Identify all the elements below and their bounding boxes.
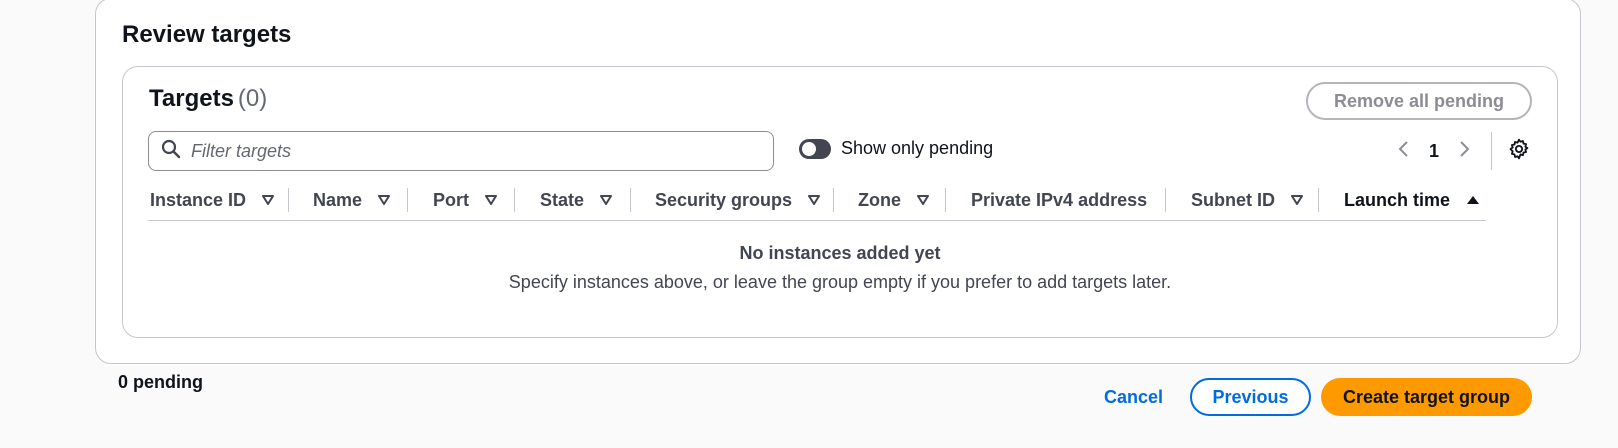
- column-separator[interactable]: [1165, 188, 1166, 212]
- targets-heading: Targets (0): [149, 85, 267, 113]
- column-separator[interactable]: [407, 188, 408, 212]
- next-page-button[interactable]: [1451, 138, 1477, 164]
- chevron-right-icon: [1457, 139, 1471, 164]
- column-separator[interactable]: [514, 188, 515, 212]
- targets-count: (0): [237, 85, 268, 112]
- column-separator[interactable]: [945, 188, 946, 212]
- column-header-security-groups[interactable]: Security groups: [655, 181, 821, 219]
- filter-targets-field[interactable]: [148, 131, 774, 171]
- column-separator[interactable]: [630, 188, 631, 212]
- show-only-pending-toggle-group: Show only pending: [799, 138, 993, 159]
- table-header: Instance ID Name Port State Security gro…: [148, 181, 1486, 221]
- column-header-name[interactable]: Name: [313, 181, 391, 219]
- toggle-knob: [802, 141, 816, 156]
- create-target-group-button[interactable]: Create target group: [1321, 378, 1532, 416]
- gear-icon: [1508, 138, 1530, 165]
- remove-all-pending-button[interactable]: Remove all pending: [1305, 82, 1532, 120]
- sort-filter-icon: [378, 195, 391, 205]
- column-header-port[interactable]: Port: [433, 181, 497, 219]
- column-header-instance-id[interactable]: Instance ID: [150, 181, 275, 219]
- table-preferences-button[interactable]: [1506, 138, 1532, 164]
- previous-page-button[interactable]: [1391, 138, 1417, 164]
- show-only-pending-label: Show only pending: [841, 138, 994, 158]
- page: Review targets Targets (0) Remove all pen…: [0, 0, 1618, 448]
- sort-ascending-icon: [1466, 195, 1480, 205]
- column-separator[interactable]: [1318, 188, 1319, 212]
- sort-filter-icon: [1291, 195, 1303, 205]
- targets-title: Targets: [149, 85, 234, 112]
- empty-state-title: No instances added yet: [739, 243, 941, 263]
- search-icon: [161, 139, 181, 164]
- targets-table-container: Targets(0) Remove all pending Show only …: [122, 66, 1558, 338]
- previous-button[interactable]: Previous: [1190, 378, 1311, 416]
- column-header-subnet-id[interactable]: Subnet ID: [1191, 181, 1303, 219]
- filter-targets-input[interactable]: [191, 140, 751, 162]
- sort-filter-icon: [808, 195, 821, 205]
- pending-count: 0 pending: [118, 372, 203, 392]
- pager-divider: [1491, 132, 1492, 170]
- column-header-zone[interactable]: Zone: [858, 181, 929, 219]
- column-separator[interactable]: [833, 188, 834, 212]
- review-targets-panel: Review targets Targets (0) Remove all pen…: [95, 0, 1581, 364]
- current-page-number[interactable]: 1: [1429, 141, 1439, 162]
- column-header-state[interactable]: State: [540, 181, 613, 219]
- sort-filter-icon: [262, 195, 275, 205]
- sort-filter-icon: [600, 195, 613, 205]
- chevron-left-icon: [1397, 139, 1411, 164]
- cancel-button[interactable]: Cancel: [1098, 378, 1169, 416]
- sort-filter-icon: [485, 195, 497, 205]
- column-header-launch-time[interactable]: Launch time: [1344, 181, 1480, 219]
- empty-state-description: Specify instances above, or leave the gr…: [508, 272, 1172, 292]
- pagination: 1: [1391, 131, 1532, 171]
- sort-filter-icon: [917, 195, 929, 205]
- column-header-private-ipv4-address[interactable]: Private IPv4 address: [971, 181, 1147, 219]
- show-only-pending-toggle[interactable]: [799, 138, 831, 159]
- column-separator[interactable]: [288, 188, 289, 212]
- review-targets-heading: Review targets: [122, 21, 292, 48]
